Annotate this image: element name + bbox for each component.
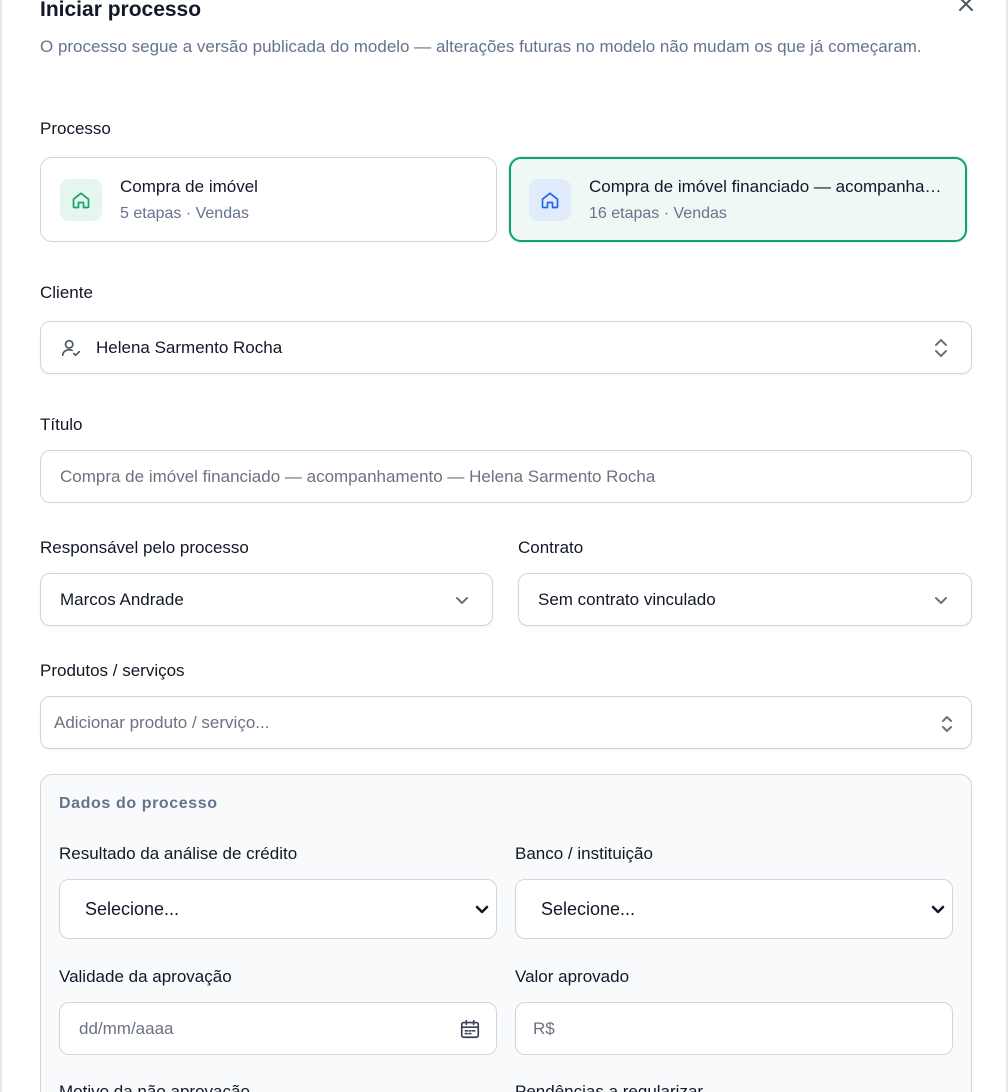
process-option-meta: 16 etapas · Vendas bbox=[589, 205, 727, 222]
valor-placeholder: R$ bbox=[533, 1019, 555, 1038]
dialog: Iniciar processo O processo segue a vers… bbox=[0, 0, 1008, 1092]
dados-processo-title: Dados do processo bbox=[59, 795, 218, 812]
validade-date-input[interactable]: dd/mm/aaaa bbox=[59, 1002, 497, 1055]
motivo-label: Motivo da não aprovação bbox=[59, 1082, 250, 1092]
contrato-label: Contrato bbox=[518, 538, 584, 557]
cliente-label: Cliente bbox=[40, 283, 93, 302]
contrato-value: Sem contrato vinculado bbox=[538, 590, 716, 609]
banco-select[interactable]: Selecione... bbox=[515, 879, 953, 939]
validade-label: Validade da aprovação bbox=[59, 967, 232, 986]
chevron-down-icon bbox=[932, 591, 950, 609]
titulo-label: Título bbox=[40, 415, 83, 434]
process-option-compra-financiado[interactable]: Compra de imóvel financiado — acompanham… bbox=[509, 157, 967, 242]
validade-placeholder: dd/mm/aaaa bbox=[79, 1019, 174, 1038]
responsavel-select[interactable]: Marcos Andrade bbox=[40, 573, 493, 626]
home-icon bbox=[529, 179, 571, 221]
responsavel-value: Marcos Andrade bbox=[60, 590, 184, 609]
calendar-icon[interactable] bbox=[459, 1018, 481, 1040]
banco-label: Banco / instituição bbox=[515, 844, 653, 863]
process-option-name: Compra de imóvel financiado — acompanham… bbox=[589, 177, 945, 196]
chevrons-up-down-icon bbox=[938, 714, 956, 732]
credito-label: Resultado da análise de crédito bbox=[59, 844, 298, 863]
chevrons-up-down-icon bbox=[932, 338, 950, 357]
dialog-subtitle: O processo segue a versão publicada do m… bbox=[40, 37, 922, 56]
close-icon[interactable] bbox=[954, 0, 978, 16]
valor-input[interactable]: R$ bbox=[515, 1002, 953, 1055]
titulo-placeholder: Compra de imóvel financiado — acompanham… bbox=[60, 467, 656, 486]
chevron-down-icon bbox=[472, 900, 492, 920]
cliente-value: Helena Sarmento Rocha bbox=[96, 338, 283, 357]
pendencias-label: Pendências a regularizar bbox=[515, 1082, 704, 1092]
produtos-combobox[interactable]: Adicionar produto / serviço... bbox=[40, 696, 972, 749]
dialog-title: Iniciar processo bbox=[40, 0, 202, 21]
cliente-combobox[interactable]: Helena Sarmento Rocha bbox=[40, 321, 972, 374]
contrato-select[interactable]: Sem contrato vinculado bbox=[518, 573, 972, 626]
credito-select[interactable]: Selecione... bbox=[59, 879, 497, 939]
credito-value: Selecione... bbox=[85, 899, 180, 919]
titulo-input[interactable]: Compra de imóvel financiado — acompanham… bbox=[40, 450, 972, 503]
chevron-down-icon bbox=[453, 591, 471, 609]
banco-value: Selecione... bbox=[541, 899, 636, 919]
chevron-down-icon bbox=[928, 900, 948, 920]
responsavel-label: Responsável pelo processo bbox=[40, 538, 249, 557]
process-option-meta: 5 etapas · Vendas bbox=[120, 205, 249, 222]
process-option-compra-imovel[interactable]: Compra de imóvel 5 etapas · Vendas bbox=[40, 157, 497, 242]
valor-label: Valor aprovado bbox=[515, 967, 630, 986]
process-option-name: Compra de imóvel bbox=[120, 177, 258, 196]
produtos-label: Produtos / serviços bbox=[40, 661, 185, 680]
user-check-icon bbox=[60, 337, 82, 359]
home-icon bbox=[60, 179, 102, 221]
produtos-placeholder: Adicionar produto / serviço... bbox=[54, 713, 270, 732]
processo-label: Processo bbox=[40, 119, 111, 138]
